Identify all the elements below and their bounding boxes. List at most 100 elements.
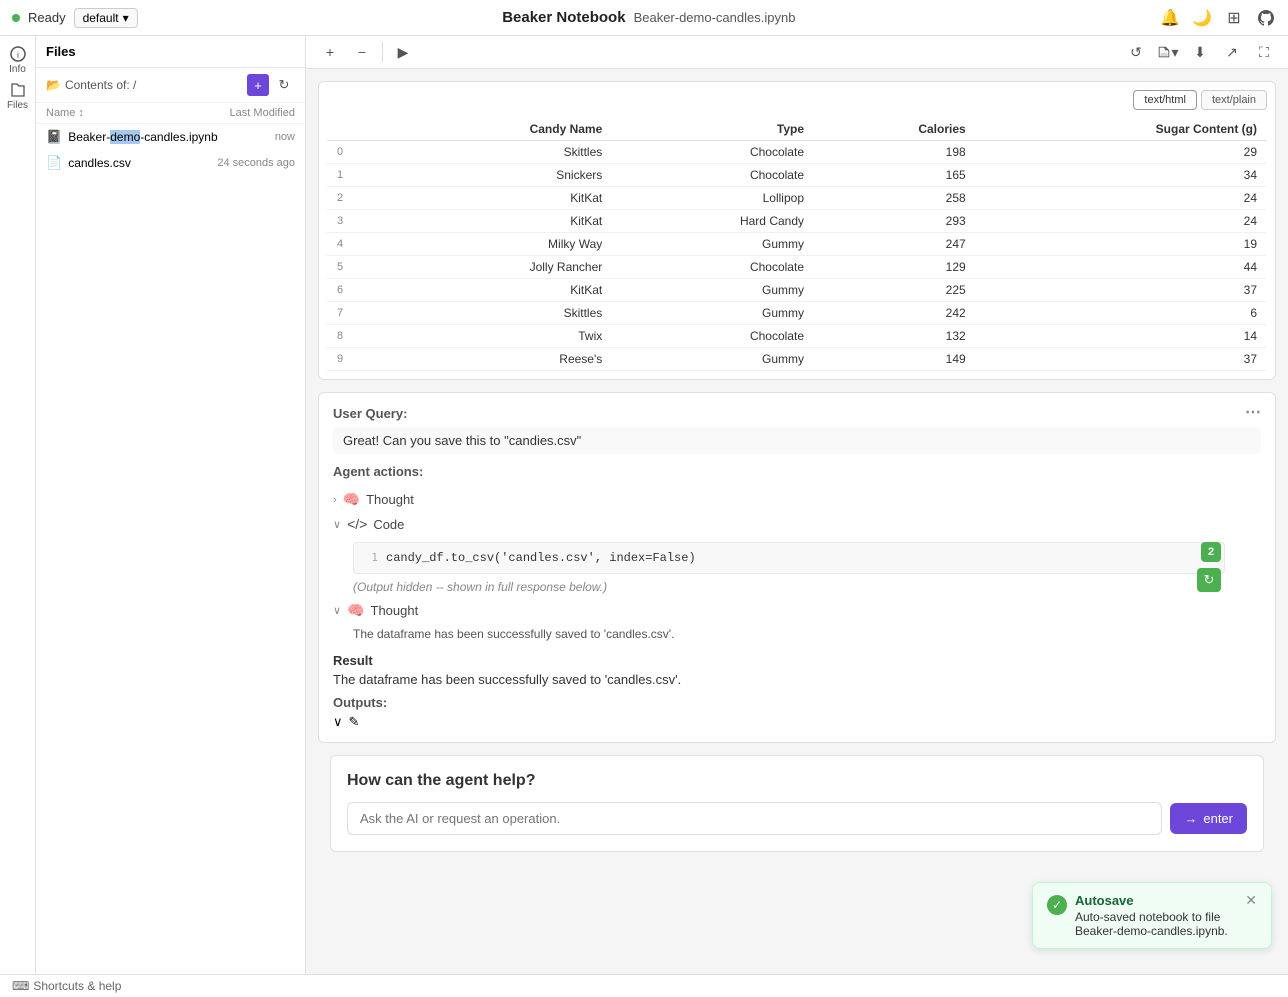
output-cell: text/html text/plain Candy Name Type Cal… (318, 81, 1276, 380)
new-file-button[interactable]: + (247, 74, 269, 96)
toast-body: Auto-saved notebook to file Beaker-demo-… (1075, 910, 1237, 938)
execution-count-badge: 2 (1201, 542, 1221, 562)
chevron-down-icon3[interactable]: ∨ (333, 714, 343, 730)
calories-cell: 198 (814, 141, 976, 164)
sugar-cell: 6 (976, 302, 1267, 325)
fullscreen-icon[interactable]: ⛶ (1252, 40, 1276, 64)
autosave-toast: ✓ Autosave Auto-saved notebook to file B… (1032, 882, 1272, 949)
sugar-cell: 29 (976, 141, 1267, 164)
share-icon[interactable]: ↗ (1220, 40, 1244, 64)
calories-cell: 225 (814, 279, 976, 302)
run-code-button[interactable]: ↻ (1197, 568, 1221, 592)
candy-name-cell: Jolly Rancher (390, 256, 613, 279)
files-panel-title: Files (46, 44, 76, 59)
refresh-button[interactable]: ↻ (273, 74, 295, 96)
calories-cell: 258 (814, 187, 976, 210)
topbar-right: 🔔 🌙 ⊞ (1160, 8, 1276, 28)
outputs-row: ∨ ✎ (333, 714, 1261, 730)
data-table-cell: text/html text/plain Candy Name Type Cal… (319, 82, 1275, 379)
restart-icon[interactable]: ↺ (1124, 40, 1148, 64)
brain-icon: 🧠 (343, 491, 360, 508)
files-panel-actions: + ↻ (247, 74, 295, 96)
sugar-cell: 37 (976, 348, 1267, 371)
row-idx: 6 (327, 279, 390, 302)
tab-text-html[interactable]: text/html (1133, 90, 1197, 110)
line-number: 1 (362, 551, 378, 564)
run-cell-button[interactable]: ▶ (391, 40, 415, 64)
topbar: Ready default ▾ Beaker Notebook Beaker-d… (0, 0, 1288, 36)
tab-text-plain[interactable]: text/plain (1201, 90, 1267, 110)
sort-icon[interactable]: ↕ (78, 107, 84, 119)
toast-close-button[interactable]: ✕ (1245, 893, 1257, 907)
svg-text:i: i (17, 50, 19, 60)
table-row: 1 Snickers Chocolate 165 34 (327, 164, 1267, 187)
table-row: 5 Jolly Rancher Chocolate 129 44 (327, 256, 1267, 279)
calories-cell: 293 (814, 210, 976, 233)
file-name-notebook: Beaker-demo-candles.ipynb (68, 130, 217, 144)
user-query-label: User Query: (333, 406, 407, 421)
calories-cell: 165 (814, 164, 976, 187)
files-label: Files (7, 100, 28, 111)
row-idx: 8 (327, 325, 390, 348)
files-panel-subheader: 📂 Contents of: / + ↻ (36, 68, 305, 103)
candy-data-table: Candy Name Type Calories Sugar Content (… (327, 118, 1267, 371)
sugar-cell: 24 (976, 187, 1267, 210)
github-icon[interactable] (1256, 8, 1276, 28)
type-cell: Gummy (612, 279, 814, 302)
more-options-button[interactable]: ⋯ (1245, 405, 1261, 421)
thought1-row[interactable]: › 🧠 Thought (333, 487, 1261, 512)
ask-agent-container: How can the agent help? → enter (330, 755, 1264, 852)
add-cell-button[interactable]: + (318, 40, 342, 64)
col-header-type: Type (612, 118, 814, 141)
type-cell: Gummy (612, 348, 814, 371)
csv-icon: 📄 (46, 155, 62, 171)
sidebar-item-info[interactable]: i Info (2, 44, 34, 76)
candy-name-cell: KitKat (390, 279, 613, 302)
file-item-notebook[interactable]: 📓 Beaker-demo-candles.ipynb now (36, 124, 305, 150)
save-dropdown-button[interactable]: ▾ (1156, 40, 1180, 64)
row-idx: 4 (327, 233, 390, 256)
code-block: 1 candy_df.to_csv('candles.csv', index=F… (353, 542, 1225, 574)
file-item-csv[interactable]: 📄 candles.csv 24 seconds ago (36, 150, 305, 176)
code-row[interactable]: ∨ </> Code (333, 512, 1261, 536)
file-name-csv: candles.csv (68, 156, 131, 170)
thought2-row[interactable]: ∨ 🧠 Thought (333, 598, 1261, 623)
agent-actions-header: Agent actions: (333, 464, 1261, 479)
ask-agent-input-row: → enter (347, 802, 1247, 835)
ask-agent-button[interactable]: → enter (1170, 803, 1247, 834)
sidebar-item-files[interactable]: Files (2, 80, 34, 112)
type-cell: Chocolate (612, 164, 814, 187)
files-column-headers: Name ↕ Last Modified (36, 103, 305, 124)
code-content[interactable]: candy_df.to_csv('candles.csv', index=Fal… (386, 551, 1216, 565)
brain-icon2: 🧠 (347, 602, 364, 619)
edit-icon[interactable]: ✎ (349, 714, 360, 730)
candy-name-cell: KitKat (390, 210, 613, 233)
download-icon[interactable]: ⬇ (1188, 40, 1212, 64)
calories-cell: 149 (814, 348, 976, 371)
type-cell: Gummy (612, 302, 814, 325)
table-row: 9 Reese's Gummy 149 37 (327, 348, 1267, 371)
notebook-area: + − ▶ ↺ ▾ ⬇ ↗ ⛶ text/html (306, 36, 1288, 974)
modified-col-header: Last Modified (230, 107, 295, 119)
remove-cell-button[interactable]: − (350, 40, 374, 64)
toast-content: Autosave Auto-saved notebook to file Bea… (1075, 893, 1237, 938)
bell-icon[interactable]: 🔔 (1160, 8, 1180, 28)
toast-title: Autosave (1075, 893, 1237, 908)
row-idx: 7 (327, 302, 390, 325)
col-header-idx (327, 118, 390, 141)
user-query-text: Great! Can you save this to "candies.csv… (333, 427, 1261, 454)
ask-agent-input[interactable] (347, 802, 1162, 835)
row-idx: 5 (327, 256, 390, 279)
table-row: 0 Skittles Chocolate 198 29 (327, 141, 1267, 164)
result-text: The dataframe has been successfully save… (333, 672, 1261, 687)
sugar-cell: 19 (976, 233, 1267, 256)
shortcuts-help-link[interactable]: Shortcuts & help (33, 979, 121, 993)
files-panel-header: Files (36, 36, 305, 68)
moon-icon[interactable]: 🌙 (1192, 8, 1212, 28)
code-block-wrapper: 1 candy_df.to_csv('candles.csv', index=F… (333, 542, 1225, 574)
branch-selector[interactable]: default ▾ (74, 8, 138, 28)
type-cell: Chocolate (612, 256, 814, 279)
grid-icon[interactable]: ⊞ (1224, 8, 1244, 28)
chevron-down-icon: ▾ (123, 11, 129, 25)
calories-cell: 247 (814, 233, 976, 256)
